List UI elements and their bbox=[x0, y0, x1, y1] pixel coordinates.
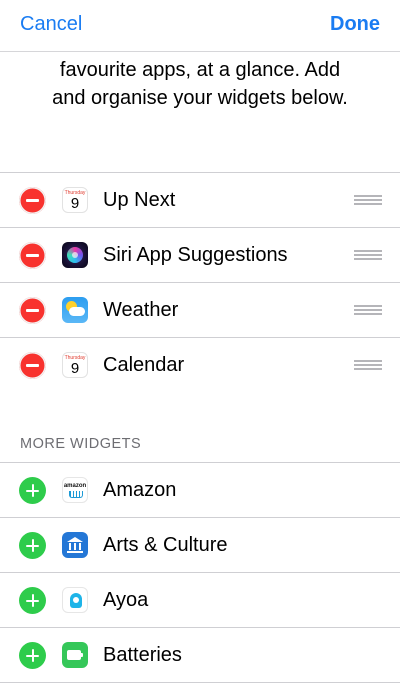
widget-label: Up Next bbox=[103, 189, 176, 211]
widget-row-arts-culture: Arts & Culture bbox=[0, 518, 400, 573]
widget-row-calendar: Thursday 9 Calendar bbox=[0, 338, 400, 393]
more-widgets-header: MORE WIDGETS bbox=[0, 392, 400, 462]
add-ayoa-button[interactable] bbox=[19, 587, 46, 614]
widget-row-weather: Weather bbox=[0, 283, 400, 338]
widget-row-batteries: Batteries bbox=[0, 628, 400, 683]
cancel-button[interactable]: Cancel bbox=[20, 11, 82, 37]
remove-weather-button[interactable] bbox=[19, 297, 46, 324]
calendar-date-text: 9 bbox=[70, 195, 80, 212]
widget-label: Amazon bbox=[103, 479, 177, 501]
add-arts-culture-button[interactable] bbox=[19, 532, 46, 559]
more-widgets-list: amazon Amazon Arts & Culture Ayoa Batter… bbox=[0, 462, 400, 683]
remove-up-next-button[interactable] bbox=[19, 187, 46, 214]
ayoa-icon bbox=[62, 587, 88, 613]
done-button[interactable]: Done bbox=[330, 11, 380, 37]
batteries-icon bbox=[62, 642, 88, 668]
navigation-bar: Cancel Done bbox=[0, 0, 400, 52]
remove-siri-app-suggestions-button[interactable] bbox=[19, 242, 46, 269]
widget-label: Batteries bbox=[103, 644, 182, 666]
widget-label: Siri App Suggestions bbox=[103, 244, 288, 266]
arts-culture-icon bbox=[62, 532, 88, 558]
intro-text: favourite apps, at a glance. Add and org… bbox=[0, 56, 400, 112]
calendar-date-text: 9 bbox=[70, 360, 80, 377]
widget-label: Arts & Culture bbox=[103, 534, 228, 556]
widget-row-up-next: Thursday 9 Up Next bbox=[0, 173, 400, 228]
siri-icon bbox=[62, 242, 88, 268]
amazon-wordmark: amazon bbox=[63, 483, 87, 489]
active-widgets-list: Thursday 9 Up Next Siri App Suggestions … bbox=[0, 172, 400, 393]
reorder-handle-icon[interactable] bbox=[354, 250, 382, 260]
reorder-handle-icon[interactable] bbox=[354, 195, 382, 205]
widget-row-ayoa: Ayoa bbox=[0, 573, 400, 628]
intro-line-2: and organise your widgets below. bbox=[52, 87, 348, 109]
reorder-handle-icon[interactable] bbox=[354, 305, 382, 315]
widget-label: Calendar bbox=[103, 354, 185, 376]
calendar-icon: Thursday 9 bbox=[62, 187, 88, 213]
reorder-handle-icon[interactable] bbox=[354, 360, 382, 370]
section-header-text: MORE WIDGETS bbox=[20, 436, 142, 452]
weather-icon bbox=[62, 297, 88, 323]
widget-label: Weather bbox=[103, 299, 179, 321]
add-batteries-button[interactable] bbox=[19, 642, 46, 669]
intro-line-1: favourite apps, at a glance. Add bbox=[59, 59, 341, 81]
add-amazon-button[interactable] bbox=[19, 477, 46, 504]
widget-row-amazon: amazon Amazon bbox=[0, 463, 400, 518]
calendar-icon: Thursday 9 bbox=[62, 352, 88, 378]
widget-row-siri-app-suggestions: Siri App Suggestions bbox=[0, 228, 400, 283]
remove-calendar-button[interactable] bbox=[19, 352, 46, 379]
widget-label: Ayoa bbox=[103, 589, 149, 611]
amazon-icon: amazon bbox=[62, 477, 88, 503]
